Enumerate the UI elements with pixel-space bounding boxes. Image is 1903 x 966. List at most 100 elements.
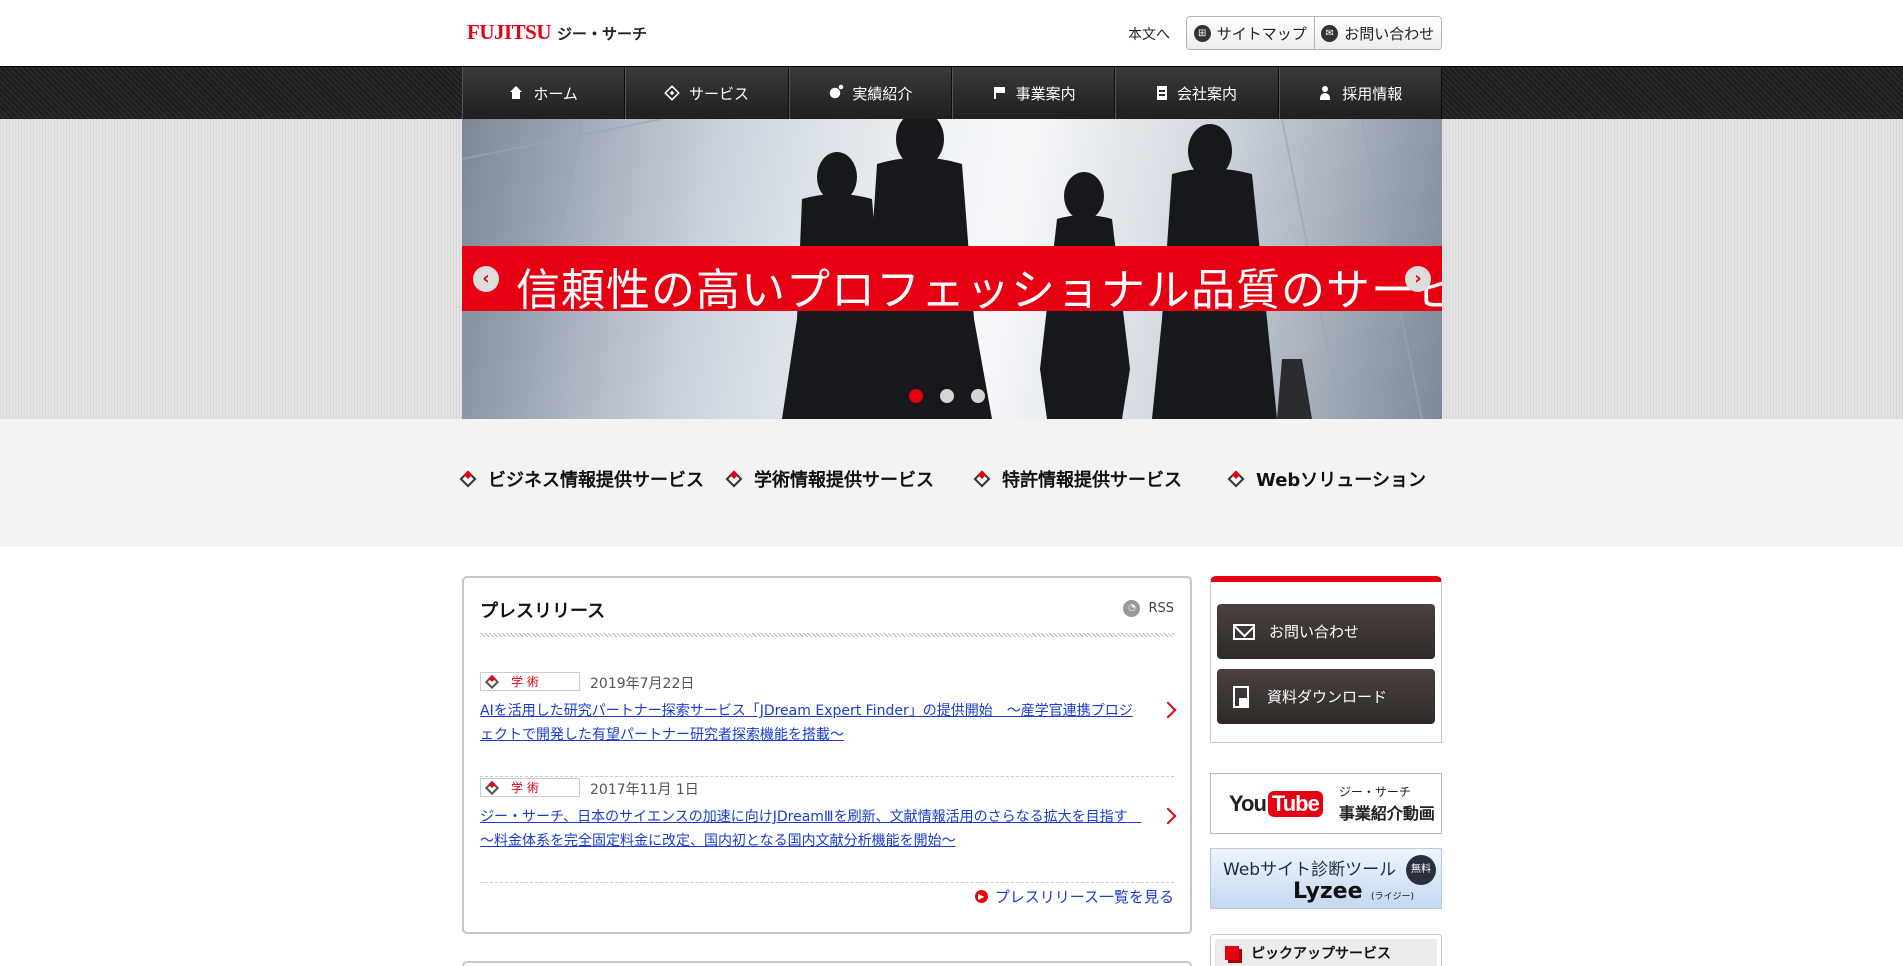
press-release-list-label: プレスリリース一覧を見る — [994, 888, 1174, 906]
lyzee-name: Lyzee — [1293, 879, 1363, 904]
list-item: 学 術 2017年11月 1日 ジー・サーチ、日本のサイエンスの加速に向けJDr… — [480, 778, 1177, 883]
service-diamond-icon — [459, 470, 477, 488]
youtube-logo-tube: Tube — [1267, 790, 1323, 817]
service-link-patent[interactable]: 特許情報提供サービス — [973, 466, 1182, 492]
lyzee-banner[interactable]: Webサイト診断ツール 無料 Lyzee (ライジー) — [1210, 848, 1442, 909]
next-panel-edge — [462, 961, 1192, 966]
nav-item-label: サービス — [688, 84, 749, 103]
press-release-panel: プレスリリース ◔ RSS 学 術 2019年7月22日 AIを活用した研究パー… — [462, 576, 1192, 934]
news-date: 2019年7月22日 — [590, 676, 695, 692]
mail-icon: ✉ — [1321, 24, 1339, 42]
company-name: ジー・サーチ — [557, 25, 648, 43]
global-nav-bar: ホーム サービス 実績紹介 事業案内 会社案内 採用情報 — [0, 66, 1903, 119]
divider — [480, 633, 1174, 637]
service-link-business[interactable]: ビジネス情報提供サービス — [459, 466, 704, 492]
results-icon — [830, 84, 844, 99]
news-title-link[interactable]: AIを活用した研究パートナー探索サービス「JDream Expert Finde… — [480, 699, 1140, 747]
category-diamond-icon — [484, 674, 500, 689]
press-release-title: プレスリリース — [480, 601, 606, 622]
nav-item-home[interactable]: ホーム — [462, 67, 626, 119]
nav-item-label: 事業案内 — [1015, 84, 1076, 103]
hero-next-button[interactable]: › — [1405, 266, 1431, 292]
pickup-services-header: ピックアップサービス — [1215, 939, 1437, 966]
service-links: ビジネス情報提供サービス 学術情報提供サービス 特許情報提供サービス Webソリ… — [459, 466, 1442, 496]
free-badge: 無料 — [1406, 855, 1436, 885]
site-logo[interactable]: FUJITSU ジー・サーチ — [467, 20, 647, 45]
category-diamond-icon — [484, 780, 500, 795]
global-nav: ホーム サービス 実績紹介 事業案内 会社案内 採用情報 — [462, 67, 1442, 119]
contact-button-label: お問い合わせ — [1269, 623, 1360, 641]
press-release-list-link[interactable]: ▶ プレスリリース一覧を見る — [974, 886, 1174, 907]
skip-to-content-link[interactable]: 本文へ — [1128, 24, 1170, 44]
document-download-icon — [1233, 685, 1249, 708]
site-header: FUJITSU ジー・サーチ 本文へ ⊞ サイトマップ ✉ お問い合わせ — [0, 0, 1903, 66]
service-link-label: ビジネス情報提供サービス — [488, 470, 704, 491]
envelope-icon — [1233, 623, 1255, 640]
nav-item-business[interactable]: 事業案内 — [951, 67, 1116, 119]
service-link-label: 学術情報提供サービス — [754, 470, 934, 491]
header-utility-links: ⊞ サイトマップ ✉ お問い合わせ — [1186, 16, 1442, 50]
sitemap-button[interactable]: ⊞ サイトマップ — [1187, 17, 1314, 49]
nav-item-recruit[interactable]: 採用情報 — [1278, 67, 1442, 119]
chevron-right-icon[interactable] — [1159, 701, 1177, 719]
building-icon — [1156, 86, 1167, 100]
nav-item-label: 実績紹介 — [852, 84, 913, 103]
service-link-label: Webソリューション — [1256, 470, 1426, 491]
chevron-right-icon[interactable] — [1159, 807, 1177, 825]
service-diamond-icon — [973, 470, 991, 488]
service-diamond-icon — [1227, 470, 1245, 488]
news-date: 2017年11月 1日 — [590, 782, 699, 798]
hero-caption: 信頼性の高いプロフェッショナル品質のサービスを — [516, 265, 1442, 316]
list-item: 学 術 2019年7月22日 AIを活用した研究パートナー探索サービス「JDre… — [480, 672, 1177, 777]
nav-item-label: ホーム — [533, 84, 578, 103]
rss-icon: ◔ — [1123, 600, 1141, 617]
service-link-academic[interactable]: 学術情報提供サービス — [725, 466, 934, 492]
pickup-services-box: ピックアップサービス — [1210, 934, 1442, 966]
youtube-banner[interactable]: You Tube ジー・サーチ 事業紹介動画 — [1210, 773, 1442, 834]
contact-button[interactable]: お問い合わせ — [1217, 604, 1435, 659]
pickup-square-icon — [1225, 946, 1239, 960]
download-button[interactable]: 資料ダウンロード — [1217, 669, 1435, 724]
home-icon — [509, 86, 523, 100]
youtube-logo-you: You — [1229, 790, 1267, 816]
service-diamond-icon — [725, 470, 743, 488]
category-tag: 学 術 — [480, 778, 580, 797]
nav-item-label: 採用情報 — [1342, 84, 1403, 103]
youtube-banner-subtitle: ジー・サーチ — [1338, 785, 1411, 799]
service-links-band: ビジネス情報提供サービス 学術情報提供サービス 特許情報提供サービス Webソリ… — [0, 419, 1903, 547]
nav-item-company[interactable]: 会社案内 — [1115, 67, 1279, 119]
pickup-services-title: ピックアップサービス — [1251, 946, 1391, 962]
hero-caption-banner: ‹ 信頼性の高いプロフェッショナル品質のサービスを › — [462, 246, 1442, 316]
nav-item-service[interactable]: サービス — [625, 67, 789, 119]
news-title-link[interactable]: ジー・サーチ、日本のサイエンスの加速に向けJDreamⅢを刷新、文献情報活用のさ… — [480, 805, 1142, 853]
category-tag-label: 学 術 — [511, 675, 539, 689]
lyzee-banner-title: Webサイト診断ツール — [1223, 860, 1397, 880]
hero-dot-2[interactable] — [940, 389, 954, 403]
hero-prev-button[interactable]: ‹ — [473, 266, 499, 292]
rss-label: RSS — [1148, 601, 1174, 616]
hero-dot-3[interactable] — [971, 389, 985, 403]
nav-item-results[interactable]: 実績紹介 — [788, 67, 952, 119]
service-link-web-solution[interactable]: Webソリューション — [1227, 466, 1426, 492]
hero-pagination — [909, 389, 985, 403]
contact-header-label: お問い合わせ — [1344, 24, 1435, 43]
contact-header-button[interactable]: ✉ お問い合わせ — [1313, 17, 1442, 49]
sitemap-label: サイトマップ — [1216, 24, 1307, 43]
nav-item-label: 会社案内 — [1176, 84, 1237, 103]
sidebar-cta-box: お問い合わせ 資料ダウンロード — [1210, 576, 1442, 743]
business-icon — [992, 86, 1006, 100]
arrow-circle-icon: ▶ — [974, 890, 988, 903]
youtube-banner-text: ジー・サーチ 事業紹介動画 — [1339, 783, 1435, 824]
rss-link[interactable]: ◔ RSS — [1123, 600, 1174, 617]
category-tag-label: 学 術 — [511, 781, 539, 795]
hero-dot-1[interactable] — [909, 389, 923, 403]
person-icon — [1318, 86, 1332, 100]
youtube-banner-title: 事業紹介動画 — [1338, 804, 1435, 823]
youtube-logo: You Tube — [1229, 790, 1323, 817]
lyzee-kana: (ライジー) — [1371, 892, 1415, 902]
service-icon — [664, 85, 680, 101]
download-button-label: 資料ダウンロード — [1267, 688, 1388, 706]
sitemap-icon: ⊞ — [1193, 24, 1211, 42]
category-tag: 学 術 — [480, 672, 580, 691]
service-link-label: 特許情報提供サービス — [1002, 470, 1182, 491]
